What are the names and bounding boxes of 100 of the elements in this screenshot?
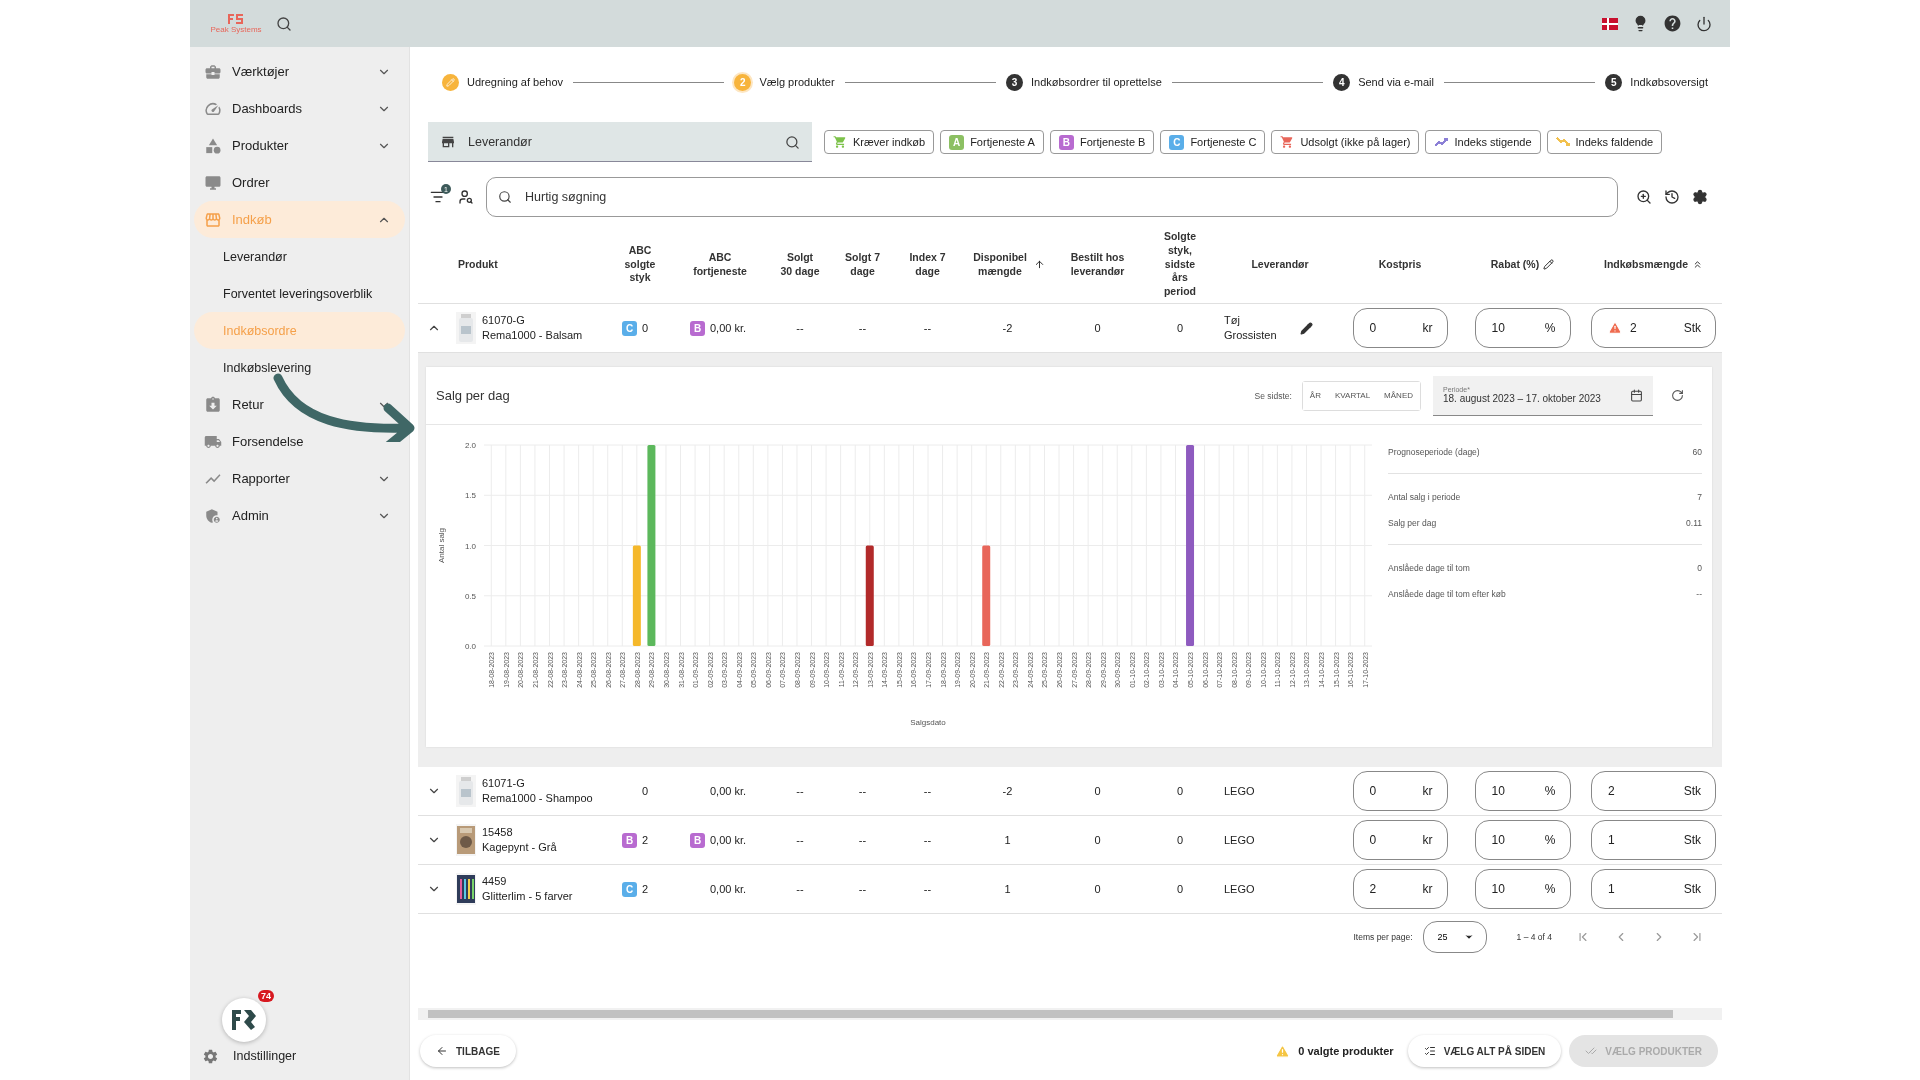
filter-chip[interactable]: B Fortjeneste B — [1049, 130, 1155, 154]
cost-field[interactable]: 0 kr — [1352, 820, 1448, 860]
filter-chip[interactable]: Indeks stigende — [1425, 130, 1541, 154]
filter-chip[interactable]: A Fortjeneste A — [940, 130, 1044, 154]
nav-subitem[interactable]: Forventet leveringsoverblik — [194, 275, 405, 312]
cost-field[interactable]: 0 kr — [1352, 308, 1448, 348]
stat-label: Anslåede dage til tom — [1388, 563, 1470, 573]
select-all-button[interactable]: VÆLG ALT PÅ SIDEN — [1407, 1035, 1562, 1067]
stat-label: Salg per dag — [1388, 518, 1437, 528]
stat-value: 60 — [1692, 447, 1702, 457]
scrollbar[interactable] — [418, 1008, 1722, 1020]
table-cell: 0 — [1094, 785, 1101, 797]
nav-item[interactable]: Retur — [194, 386, 405, 423]
discount-field[interactable]: 10 % — [1474, 771, 1571, 811]
nav-item[interactable]: Admin — [194, 497, 405, 534]
cost-field[interactable]: 0 kr — [1352, 771, 1448, 811]
stat-value: 0.11 — [1686, 518, 1702, 528]
discount-field[interactable]: 10 % — [1474, 820, 1571, 860]
quantity-field[interactable]: 2 Stk — [1591, 771, 1716, 811]
table-cell: -- — [923, 883, 932, 895]
table-cell: 0 — [1176, 785, 1184, 797]
zoom-icon[interactable] — [1636, 189, 1652, 205]
sort-arrow-icon[interactable] — [1034, 259, 1045, 270]
search-icon — [498, 190, 512, 204]
stat-value: 0 — [1697, 563, 1702, 573]
filter-chip[interactable]: C Fortjeneste C — [1160, 130, 1266, 154]
filter-chip[interactable]: Kræver indkøb — [824, 130, 935, 154]
grade-badge: B — [1058, 134, 1074, 150]
last-page-icon — [1690, 930, 1704, 944]
nav-item[interactable]: Forsendelse — [194, 423, 405, 460]
help-icon[interactable] — [1663, 14, 1682, 33]
table-cell: -- — [796, 834, 804, 846]
table-cell: -- — [923, 785, 932, 797]
notification-badge: 74 — [258, 990, 274, 1002]
settings-icon[interactable] — [1692, 189, 1708, 205]
nav-item[interactable]: Ordrer — [194, 164, 405, 201]
stat-label: Prognoseperiode (dage) — [1388, 447, 1480, 457]
quick-search-field[interactable]: Hurtig søgning — [486, 177, 1618, 217]
checklist-icon — [1423, 1045, 1436, 1057]
pager-label: Items per page: — [1353, 932, 1413, 942]
grade-badge: B — [690, 320, 705, 336]
search-icon[interactable] — [276, 15, 292, 32]
double-check-icon — [1585, 1045, 1598, 1057]
power-icon[interactable] — [1696, 15, 1712, 32]
table-cell: 0,00 kr. — [710, 785, 747, 797]
nav-subitem[interactable]: Leverandør — [194, 238, 405, 275]
search-icon[interactable] — [785, 134, 800, 150]
nav-item[interactable]: Produkter — [194, 127, 405, 164]
table-cell: -- — [858, 785, 867, 797]
nav-item[interactable]: Dashboards — [194, 90, 405, 127]
back-button[interactable]: TILBAGE — [420, 1035, 516, 1067]
flag-icon[interactable] — [1602, 17, 1618, 30]
nav-item[interactable]: Rapporter — [194, 460, 405, 497]
pencil-icon[interactable] — [1300, 321, 1313, 335]
stat-value: -- — [1696, 589, 1702, 599]
avatar[interactable] — [222, 998, 266, 1042]
supplier-name: Tøj Grossisten — [1224, 313, 1278, 343]
table-cell: -- — [858, 834, 867, 846]
nav-label: Indkøb — [232, 212, 272, 227]
table-cell: -- — [858, 322, 867, 334]
nav-label: Retur — [232, 397, 264, 412]
settings-label[interactable]: Indstillinger — [233, 1049, 297, 1063]
calendar-icon[interactable] — [1630, 388, 1643, 402]
logo-icon — [227, 13, 245, 25]
pencil-icon[interactable] — [1543, 259, 1555, 270]
refresh-button[interactable] — [1671, 389, 1684, 402]
column-header: Rabat (%) — [1490, 257, 1540, 272]
nav-label: Rapporter — [232, 471, 290, 486]
discount-field[interactable]: 10 % — [1474, 308, 1571, 348]
table-cell: -- — [923, 322, 932, 334]
grade-badge: C — [622, 881, 637, 897]
double-chevron-icon[interactable] — [1692, 259, 1703, 270]
quantity-field[interactable]: 1 Stk — [1591, 869, 1716, 909]
clipboard-icon — [204, 395, 222, 414]
logo-icon — [231, 1008, 257, 1032]
quantity-field[interactable]: 1 Stk — [1591, 820, 1716, 860]
supplier-field[interactable]: Leverandør — [428, 122, 812, 162]
column-header: Index 7 dage — [908, 250, 947, 279]
step-label: Indkøbsordrer til oprettelse — [1030, 76, 1162, 88]
filter-chip[interactable]: Udsolgt (ikke på lager) — [1271, 130, 1420, 154]
nav-subitem[interactable]: Indkøbslevering — [194, 349, 405, 386]
table-cell: -- — [796, 322, 804, 334]
discount-field[interactable]: 10 % — [1474, 869, 1571, 909]
filter-chip[interactable]: Indeks faldende — [1546, 130, 1663, 154]
column-header: Disponibel mængde — [972, 250, 1028, 279]
quantity-field[interactable]: 2 Stk — [1591, 308, 1716, 348]
table-cell: 0 — [1094, 322, 1101, 334]
step-label: Vælg produkter — [759, 76, 835, 88]
cost-field[interactable]: 2 kr — [1352, 869, 1448, 909]
user-search-icon[interactable] — [458, 189, 474, 205]
page-size-select[interactable]: 25 — [1422, 921, 1487, 953]
table-cell: 0 — [1176, 322, 1184, 334]
table-cell: 0,00 kr. — [710, 322, 747, 334]
history-icon[interactable] — [1664, 189, 1680, 205]
nav-item[interactable]: Værktøjer — [194, 53, 405, 90]
product-name: 4459 Glitterlim - 5 farver — [482, 874, 573, 904]
briefcase-icon — [204, 62, 222, 81]
axis-title: Salgsdato — [910, 718, 946, 727]
column-header: Produkt — [458, 257, 498, 272]
axis-tick-label: 1.5 — [464, 491, 476, 501]
